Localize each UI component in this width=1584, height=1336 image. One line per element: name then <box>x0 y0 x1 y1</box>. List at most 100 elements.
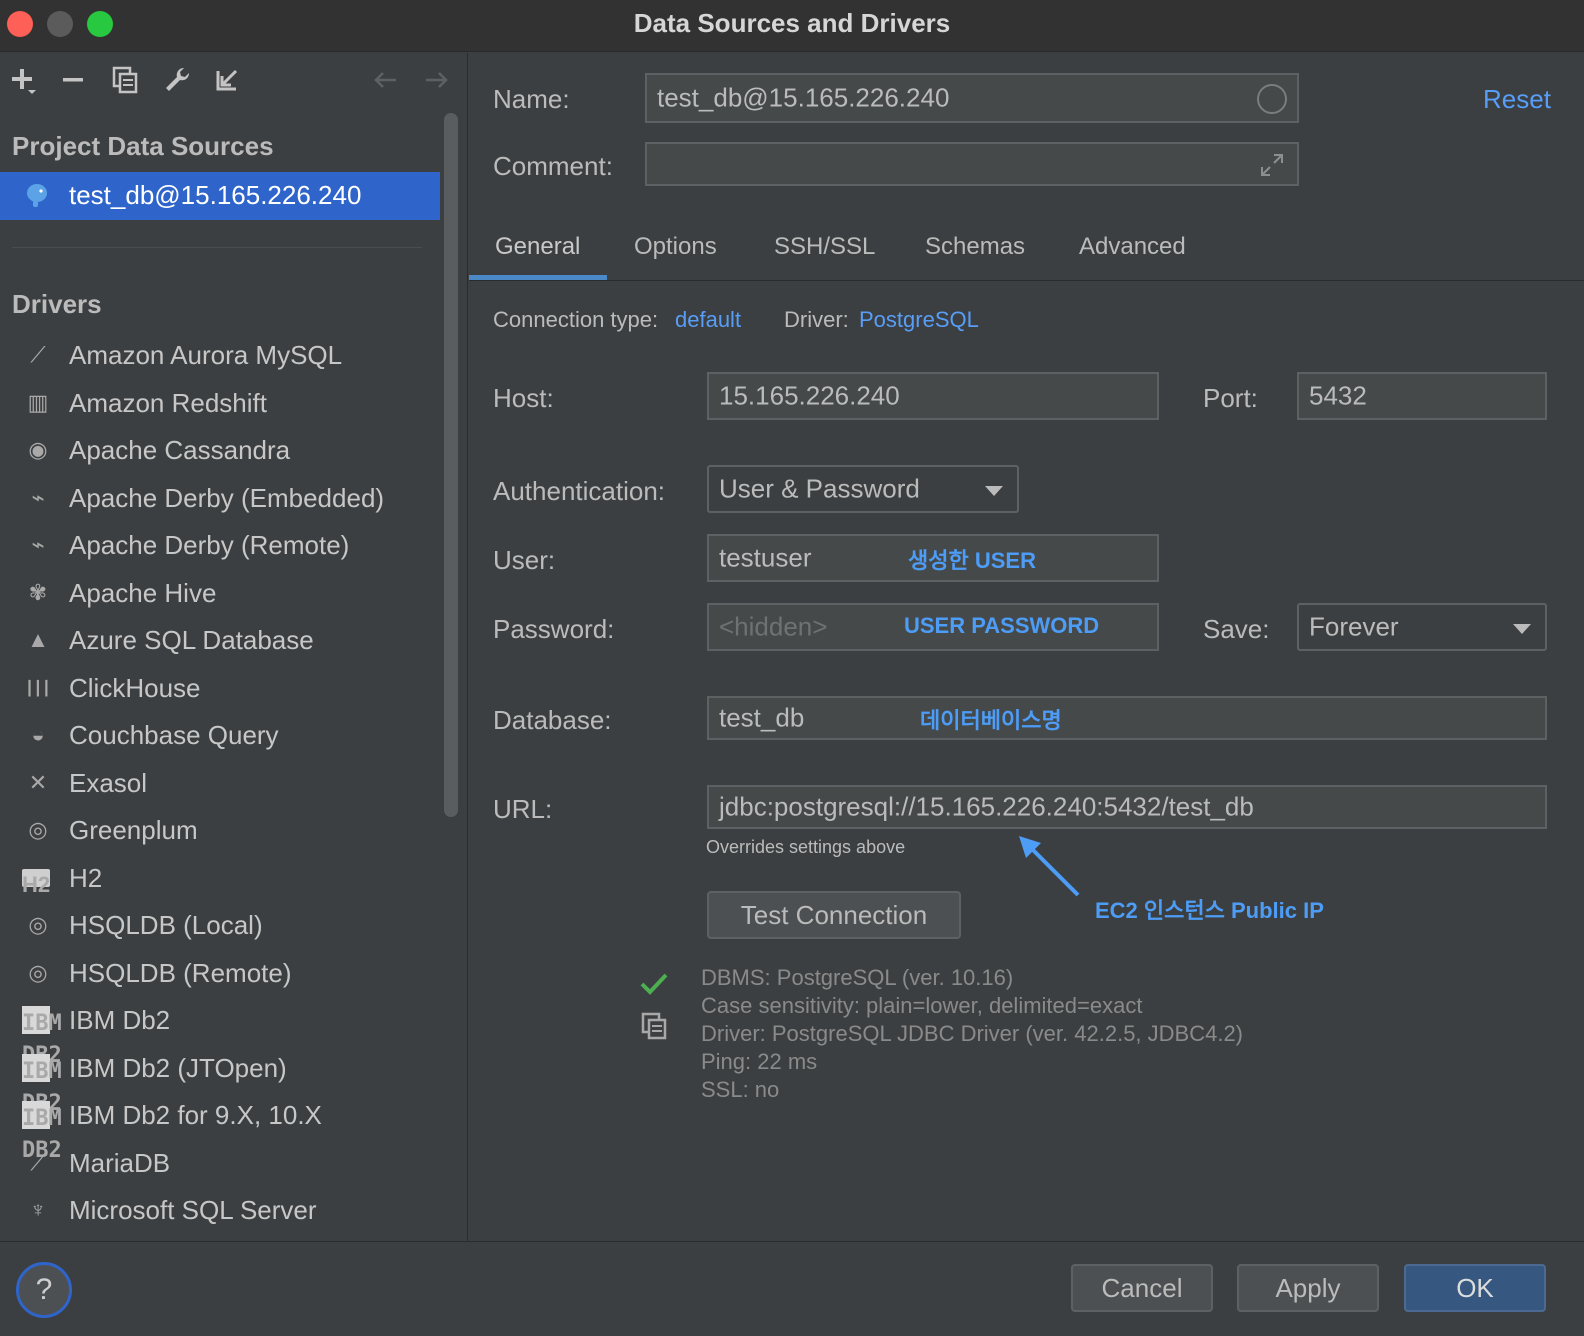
checkmark-icon <box>640 973 668 995</box>
test-connection-button[interactable]: Test Connection <box>707 891 961 939</box>
active-tab-indicator <box>469 275 607 280</box>
driver-item[interactable]: H2 H2 <box>0 855 440 901</box>
cassandra-icon: ◉ <box>28 437 48 462</box>
result-dbms: DBMS: PostgreSQL (ver. 10.16) <box>701 965 1014 990</box>
driver-label: H2 <box>69 862 103 893</box>
database-label: Database: <box>493 705 612 735</box>
tab-ssh-ssl[interactable]: SSH/SSL <box>774 233 875 261</box>
azure-icon: ▲ <box>27 627 49 652</box>
driver-item[interactable]: ▥ Amazon Redshift <box>0 380 440 426</box>
exasol-icon: ✕ <box>28 769 48 795</box>
cancel-button[interactable]: Cancel <box>1071 1264 1213 1312</box>
sources-toolbar <box>0 53 467 109</box>
driver-label: Couchbase Query <box>69 720 279 750</box>
name-input[interactable]: test_db@15.165.226.240 <box>645 73 1299 123</box>
driver-label: Microsoft SQL Server <box>69 1195 317 1225</box>
driver-item[interactable]: IBM DB2IBM Db2 (JTOpen) <box>0 1045 440 1116</box>
derby-icon: ⌁ <box>31 484 45 510</box>
driver-label: IBM Db2 <box>69 1005 171 1035</box>
user-label: User: <box>493 545 556 575</box>
driver-label: Driver: <box>784 307 849 332</box>
reset-link[interactable]: Reset <box>1483 84 1551 115</box>
tab-advanced[interactable]: Advanced <box>1079 233 1186 261</box>
color-circle-icon[interactable] <box>1257 84 1287 114</box>
chevron-down-icon <box>985 486 1003 496</box>
clickhouse-icon: ┃┃┃ <box>25 679 51 696</box>
hsqldb-icon: ◎ <box>28 912 48 937</box>
driver-item[interactable]: ◎ Greenplum <box>0 807 440 853</box>
drivers-header: Drivers <box>12 289 102 319</box>
driver-item[interactable]: ▲ Azure SQL Database <box>0 617 440 663</box>
tab-options[interactable]: Options <box>634 233 717 261</box>
driver-label: Exasol <box>69 767 148 798</box>
driver-item[interactable]: ⟋ Amazon Aurora MySQL <box>0 332 440 378</box>
import-icon[interactable] <box>210 63 244 97</box>
driver-item[interactable]: ┃┃┃ ClickHouse <box>0 665 440 711</box>
add-icon[interactable] <box>6 63 40 97</box>
driver-item[interactable]: ⟋ MariaDB <box>0 1140 440 1186</box>
couchbase-icon: ◒ <box>31 722 45 747</box>
driver-item[interactable]: ✾ Apache Hive <box>0 570 440 616</box>
comment-input[interactable] <box>645 142 1299 186</box>
driver-item[interactable]: ✕ Exasol <box>0 760 440 806</box>
url-input[interactable]: jdbc:postgresql://15.165.226.240:5432/te… <box>707 785 1547 829</box>
driver-label: Apache Derby (Embedded) <box>69 482 385 513</box>
driver-item[interactable]: ◒ Couchbase Query <box>0 712 440 758</box>
apply-button[interactable]: Apply <box>1237 1264 1379 1312</box>
comment-label: Comment: <box>493 151 613 181</box>
name-label: Name: <box>493 84 570 114</box>
driver-item[interactable]: ⌁ Apache Derby (Embedded) <box>0 475 440 521</box>
back-arrow-icon[interactable] <box>368 63 402 97</box>
driver-item[interactable]: ◎ HSQLDB (Remote) <box>0 950 440 996</box>
driver-item[interactable]: ⌁ Apache Derby (Remote) <box>0 522 440 568</box>
tab-general[interactable]: General <box>495 233 580 261</box>
ibm-db2-icon: IBM DB2 <box>22 1006 62 1068</box>
password-annotation: USER PASSWORD <box>904 613 1100 638</box>
tab-bar: General Options SSH/SSL Schemas Advanced <box>469 217 1584 281</box>
database-input[interactable]: test_db <box>707 696 1547 740</box>
window-title: Data Sources and Drivers <box>633 8 951 38</box>
host-value: 15.165.226.240 <box>719 380 900 411</box>
derby-icon: ⌁ <box>31 532 45 557</box>
data-sources-panel: Project Data Sources test_db@15.165.226.… <box>0 53 468 1241</box>
connection-type-link[interactable]: default <box>675 307 741 333</box>
ibm-db2-icon: IBM DB2 <box>22 1053 62 1116</box>
driver-label: Amazon Redshift <box>69 387 267 418</box>
driver-item[interactable]: IBM DB2IBM Db2 <box>0 997 440 1068</box>
remove-icon[interactable] <box>56 63 90 97</box>
result-ssl: SSL: no <box>701 1077 780 1102</box>
driver-item[interactable]: ◉ Apache Cassandra <box>0 427 440 473</box>
password-label: Password: <box>493 614 615 644</box>
forward-arrow-icon[interactable] <box>420 63 454 97</box>
password-placeholder: <hidden> <box>719 611 828 642</box>
h2-icon: H2 <box>22 868 50 897</box>
expand-icon[interactable] <box>1259 152 1285 178</box>
driver-label: HSQLDB (Remote) <box>69 957 292 988</box>
url-label: URL: <box>493 794 553 824</box>
ip-annotation: EC2 인스턴스 Public IP <box>1095 898 1324 923</box>
result-driver: Driver: PostgreSQL JDBC Driver (ver. 42.… <box>701 1021 1244 1046</box>
ok-button[interactable]: OK <box>1404 1264 1546 1312</box>
tab-schemas[interactable]: Schemas <box>925 233 1025 261</box>
duplicate-icon[interactable] <box>108 63 142 97</box>
help-button[interactable]: ? <box>16 1262 72 1318</box>
divider <box>12 247 422 248</box>
port-input[interactable]: 5432 <box>1297 372 1547 420</box>
data-source-item[interactable]: test_db@15.165.226.240 <box>0 172 440 220</box>
mssql-icon: ♆ <box>29 1197 47 1222</box>
driver-item[interactable]: IBM DB2 IBM Db2 for 9.X, 10.X <box>0 1092 440 1163</box>
driver-label: MariaDB <box>69 1147 171 1178</box>
save-value: Forever <box>1309 611 1399 642</box>
save-dropdown[interactable]: Forever <box>1297 603 1547 651</box>
connection-type-label: Connection type: <box>493 307 659 332</box>
scrollbar[interactable] <box>444 113 458 817</box>
authentication-dropdown[interactable]: User & Password <box>707 465 1019 513</box>
driver-label: Greenplum <box>69 815 198 845</box>
copy-icon[interactable] <box>639 1011 669 1041</box>
driver-item[interactable]: ◎ HSQLDB (Local) <box>0 902 440 948</box>
driver-link[interactable]: PostgreSQL <box>859 307 979 333</box>
driver-item[interactable]: ♆ Microsoft SQL Server <box>0 1187 440 1233</box>
host-input[interactable]: 15.165.226.240 <box>707 372 1159 420</box>
wrench-icon[interactable] <box>160 63 194 97</box>
dialog-footer: ? Cancel Apply OK <box>0 1241 1584 1336</box>
